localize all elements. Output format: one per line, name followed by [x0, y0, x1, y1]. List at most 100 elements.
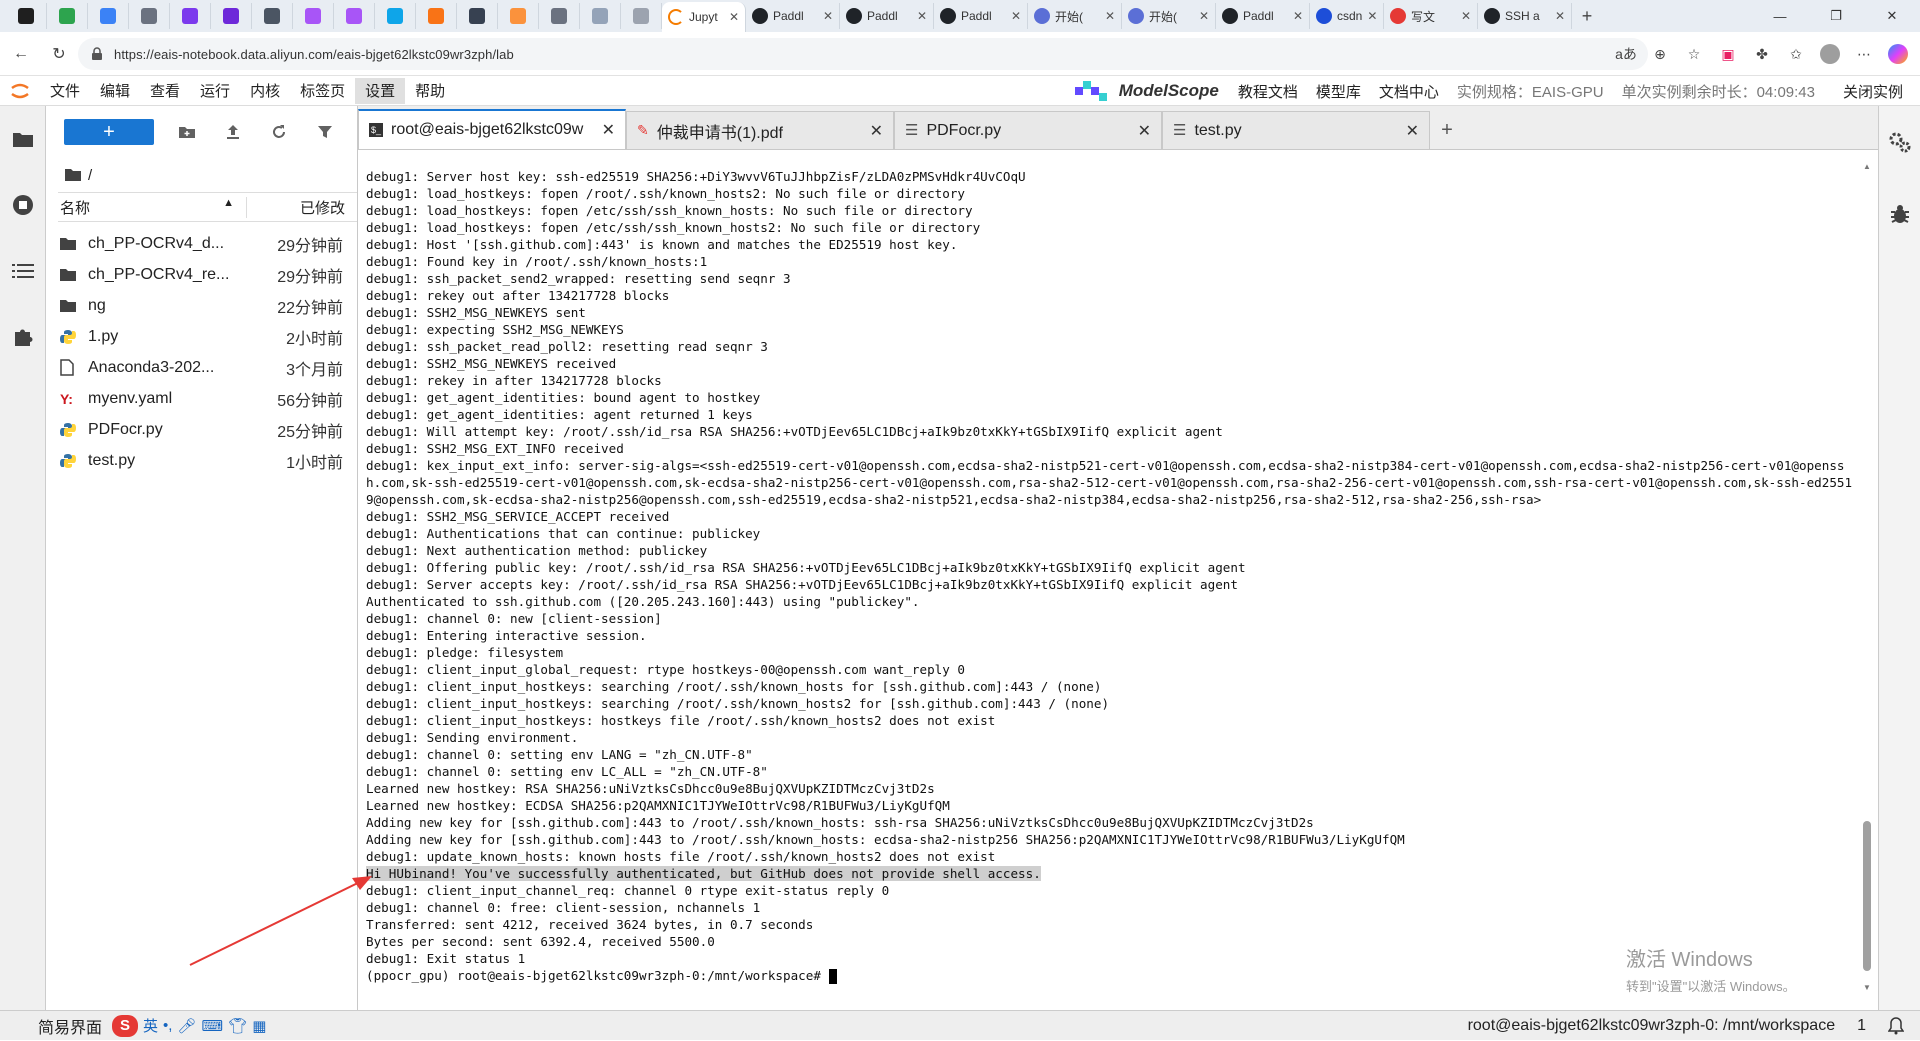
copilot-icon[interactable] — [1884, 40, 1912, 68]
debugger-tab[interactable] — [1879, 178, 1920, 250]
extension-icon[interactable]: ▣ — [1714, 40, 1742, 68]
filter-button[interactable] — [312, 119, 338, 145]
close-instance-button[interactable]: 关闭实例 — [1834, 78, 1912, 104]
skin-shirt-icon[interactable]: 👕︎ — [228, 1017, 247, 1035]
file-list-item[interactable]: ch_PP-OCRv4_re... 29分钟前 — [60, 259, 357, 290]
new-folder-button[interactable] — [174, 119, 200, 145]
browser-tab[interactable]: SSH a ✕ — [1478, 3, 1572, 29]
file-list-item[interactable]: 1.py 2小时前 — [60, 321, 357, 352]
menu-item[interactable]: 内核 — [240, 78, 290, 104]
ime-lang[interactable]: 英 — [143, 1015, 158, 1036]
modelscope-brand[interactable]: ModelScope — [1074, 81, 1219, 101]
refresh-button[interactable] — [266, 119, 292, 145]
browser-tab[interactable] — [6, 3, 47, 29]
property-inspector-tab[interactable] — [1879, 106, 1920, 178]
document-tab[interactable]: ✎ 仲裁申请书(1).pdf ✕ — [626, 111, 894, 149]
menu-item[interactable]: 帮助 — [405, 78, 455, 104]
menu-link[interactable]: 模型库 — [1307, 78, 1370, 104]
favorites-icon[interactable]: ✩ — [1782, 40, 1810, 68]
close-tab-icon[interactable]: ✕ — [602, 120, 615, 140]
menu-link[interactable]: 文档中心 — [1370, 78, 1448, 104]
close-tab-icon[interactable]: ✕ — [1138, 121, 1151, 141]
close-tab-icon[interactable]: ✕ — [1367, 9, 1377, 23]
close-tab-icon[interactable]: ✕ — [870, 121, 883, 141]
new-launcher-button[interactable]: + — [64, 119, 154, 145]
browser-tab[interactable] — [375, 3, 416, 29]
browser-tab[interactable] — [252, 3, 293, 29]
microphone-icon[interactable]: 🎤︎ — [177, 1017, 196, 1035]
menu-item[interactable]: 查看 — [140, 78, 190, 104]
file-list-item[interactable]: Y: myenv.yaml 56分钟前 — [60, 383, 357, 414]
browser-tab[interactable] — [539, 3, 580, 29]
browser-tab[interactable]: 开始(✕ — [1122, 3, 1216, 29]
favorite-star-icon[interactable]: ☆ — [1680, 40, 1708, 68]
extensions-puzzle-icon[interactable]: ✤ — [1748, 40, 1776, 68]
browser-tab[interactable] — [580, 3, 621, 29]
close-tab-icon[interactable]: ✕ — [1011, 9, 1021, 23]
document-tab[interactable]: ☰ test.py ✕ — [1162, 111, 1430, 149]
browser-tab[interactable]: Paddl ✕ — [746, 3, 840, 29]
back-button[interactable]: ← — [4, 37, 38, 71]
browser-tab[interactable] — [498, 3, 539, 29]
running-tab[interactable] — [0, 172, 46, 238]
new-tab-button[interactable]: + — [1572, 6, 1602, 27]
site-info-icon[interactable] — [90, 47, 104, 61]
menu-item[interactable]: 设置 — [355, 77, 406, 104]
reload-button[interactable]: ↻ — [42, 37, 76, 71]
extension-manager-tab[interactable] — [0, 304, 46, 370]
document-tab[interactable]: ☰ PDFocr.py ✕ — [894, 111, 1162, 149]
minimize-icon[interactable]: — — [1752, 0, 1808, 32]
browser-tab[interactable]: Paddl ✕ — [1216, 3, 1310, 29]
browser-tab[interactable] — [621, 3, 662, 29]
file-list-item[interactable]: test.py 1小时前 — [60, 445, 357, 476]
file-list-item[interactable]: ng 22分钟前 — [60, 290, 357, 321]
menu-item[interactable]: 文件 — [40, 78, 90, 104]
browser-tab[interactable] — [47, 3, 88, 29]
file-list-item[interactable]: PDFocr.py 25分钟前 — [60, 414, 357, 445]
browser-tab[interactable] — [416, 3, 457, 29]
browser-tab[interactable]: csdn ✕ — [1310, 3, 1384, 29]
close-window-icon[interactable]: ✕ — [1864, 0, 1920, 32]
menu-link[interactable]: 教程文档 — [1229, 78, 1307, 104]
browser-tab-jupyter[interactable]: Jupyt ✕ — [662, 2, 746, 32]
toc-tab[interactable] — [0, 238, 46, 304]
browser-tab[interactable]: 开始(✕ — [1028, 3, 1122, 29]
close-tab-icon[interactable]: ✕ — [917, 9, 927, 23]
more-icon[interactable]: ⋯ — [1850, 40, 1878, 68]
url-field[interactable]: https://eais-notebook.data.aliyun.com/ea… — [78, 38, 1648, 70]
keyboard-icon[interactable]: ⌨ — [202, 1017, 224, 1035]
menu-item[interactable]: 运行 — [190, 78, 240, 104]
browser-tab[interactable]: 写文 ✕ — [1384, 3, 1478, 29]
file-list-item[interactable]: Anaconda3-202... 3个月前 — [60, 352, 357, 383]
file-list-item[interactable]: ch_PP-OCRv4_d... 29分钟前 — [60, 228, 357, 259]
profile-avatar[interactable] — [1816, 40, 1844, 68]
browser-tab[interactable] — [211, 3, 252, 29]
close-tab-icon[interactable]: ✕ — [1461, 9, 1471, 23]
name-column-header[interactable]: 名称 ▲ — [58, 197, 246, 218]
browser-tab[interactable]: Paddl ✕ — [934, 3, 1028, 29]
bell-icon[interactable] — [1888, 1017, 1904, 1035]
close-tab-icon[interactable]: ✕ — [1406, 121, 1419, 141]
browser-tab[interactable] — [334, 3, 375, 29]
sogou-logo-icon[interactable]: S — [112, 1014, 139, 1037]
browser-tab[interactable] — [457, 3, 498, 29]
upload-button[interactable] — [220, 119, 246, 145]
browser-tab[interactable] — [88, 3, 129, 29]
modified-column-header[interactable]: 已修改 — [246, 196, 357, 218]
close-tab-icon[interactable]: ✕ — [1199, 9, 1209, 23]
browser-tab[interactable] — [170, 3, 211, 29]
read-aloud-icon[interactable]: aあ — [1612, 40, 1640, 68]
menu-item[interactable]: 编辑 — [90, 78, 140, 104]
add-tab-button[interactable]: + — [1430, 111, 1464, 149]
browser-tab[interactable] — [293, 3, 334, 29]
terminal-output[interactable]: debug1: Server host key: ssh-ed25519 SHA… — [366, 168, 1856, 1000]
browser-tab[interactable] — [129, 3, 170, 29]
menu-item[interactable]: 标签页 — [290, 78, 355, 104]
zoom-icon[interactable]: ⊕ — [1646, 40, 1674, 68]
punctuation-icon[interactable]: •, — [163, 1017, 172, 1034]
close-tab-icon[interactable]: ✕ — [1105, 9, 1115, 23]
scrollbar-thumb[interactable] — [1863, 821, 1871, 971]
file-browser-tab[interactable] — [0, 106, 46, 172]
restore-icon[interactable]: ❐ — [1808, 0, 1864, 32]
simple-mode-label[interactable]: 简易界面 — [38, 1014, 102, 1038]
